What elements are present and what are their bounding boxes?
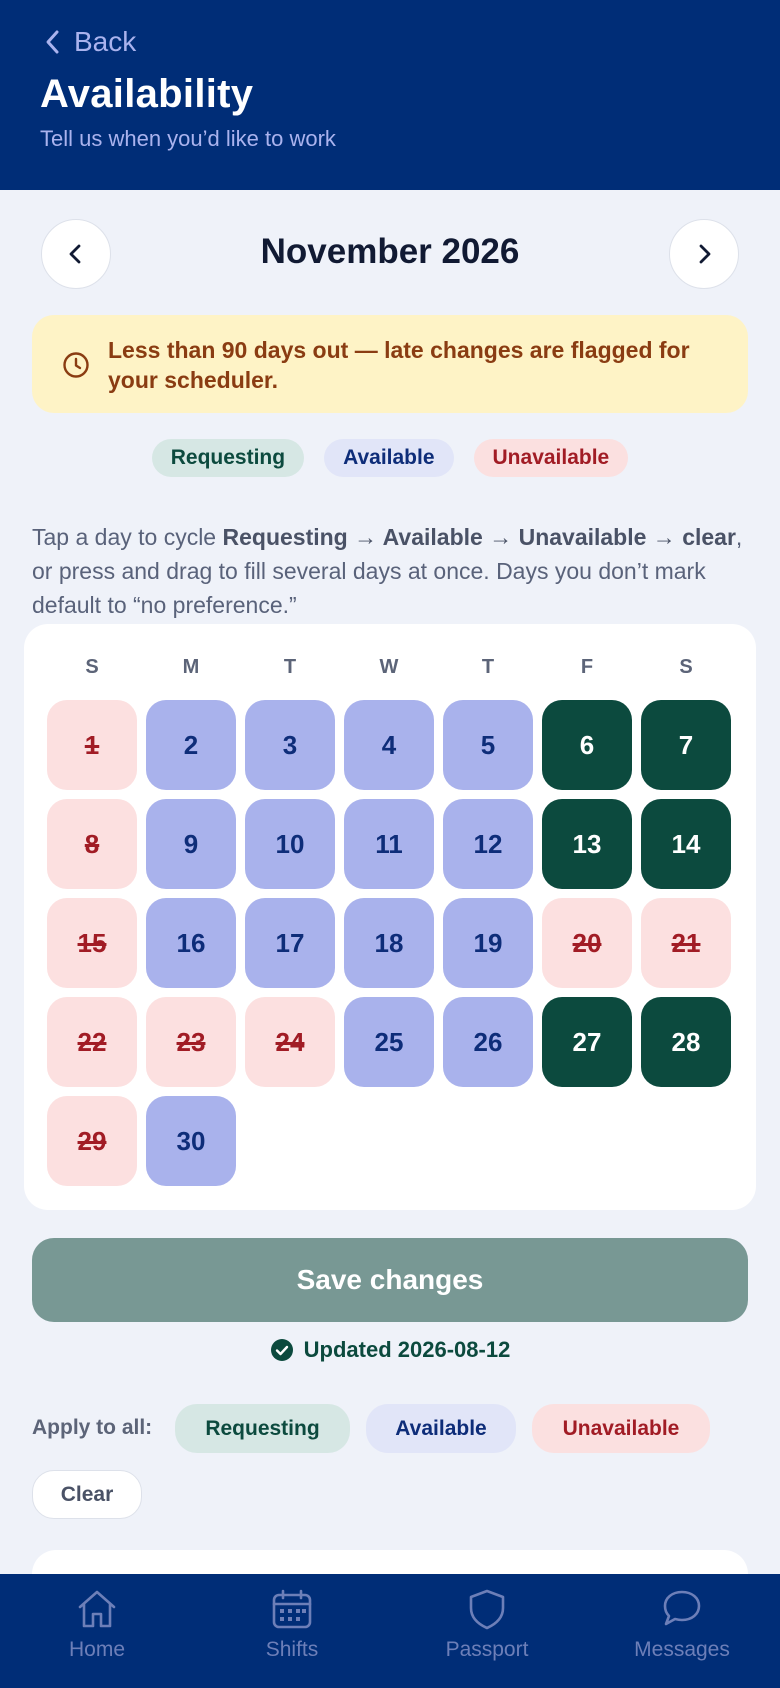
chevron-right-icon bbox=[699, 244, 711, 264]
day-cell-6[interactable]: 6 bbox=[542, 700, 632, 790]
day-cell-17[interactable]: 17 bbox=[245, 898, 335, 988]
warning-text: Less than 90 days out — late changes are… bbox=[108, 337, 690, 393]
weekday-header: S bbox=[679, 656, 693, 678]
legend-requesting: Requesting bbox=[151, 439, 305, 477]
day-cell-14[interactable]: 14 bbox=[641, 799, 731, 889]
clear-button[interactable]: Clear bbox=[32, 1470, 142, 1519]
day-cell-27[interactable]: 27 bbox=[542, 997, 632, 1087]
weekday-header: W bbox=[379, 656, 399, 678]
legend-available: Available bbox=[324, 439, 454, 477]
check-circle-icon bbox=[270, 1339, 293, 1361]
nav-home-label: Home bbox=[68, 1638, 126, 1661]
day-cell-5[interactable]: 5 bbox=[443, 700, 533, 790]
back-label: Back bbox=[74, 26, 137, 57]
nav-passport-label: Passport bbox=[445, 1638, 529, 1661]
day-cell-1[interactable]: 1 bbox=[47, 700, 137, 790]
home-icon bbox=[78, 1590, 116, 1628]
day-cell-16[interactable]: 16 bbox=[146, 898, 236, 988]
late-change-warning: Less than 90 days out — late changes are… bbox=[32, 315, 748, 413]
day-cell-8[interactable]: 8 bbox=[47, 799, 137, 889]
day-cell-28[interactable]: 28 bbox=[641, 997, 731, 1087]
nav-messages[interactable]: Messages bbox=[602, 1586, 762, 1662]
legend: Requesting Available Unavailable bbox=[0, 439, 780, 477]
shield-icon bbox=[469, 1589, 505, 1630]
apply-available-button[interactable]: Available bbox=[366, 1404, 516, 1453]
nav-shifts[interactable]: Shifts bbox=[212, 1586, 372, 1662]
day-cell-9[interactable]: 9 bbox=[146, 799, 236, 889]
day-cell-25[interactable]: 25 bbox=[344, 997, 434, 1087]
updated-status: Updated 2026-08-12 bbox=[0, 1337, 780, 1363]
legend-unavailable: Unavailable bbox=[473, 439, 629, 477]
day-cell-19[interactable]: 19 bbox=[443, 898, 533, 988]
nav-shifts-label: Shifts bbox=[265, 1638, 319, 1661]
nav-messages-label: Messages bbox=[634, 1638, 730, 1661]
weekday-header: T bbox=[283, 656, 297, 678]
nav-home[interactable]: Home bbox=[17, 1586, 177, 1662]
next-month-button[interactable] bbox=[669, 219, 739, 289]
day-cell-13[interactable]: 13 bbox=[542, 799, 632, 889]
day-cell-20[interactable]: 20 bbox=[542, 898, 632, 988]
day-cell-12[interactable]: 12 bbox=[443, 799, 533, 889]
chevron-left-icon bbox=[46, 30, 59, 54]
day-cell-18[interactable]: 18 bbox=[344, 898, 434, 988]
updated-text: Updated 2026-08-12 bbox=[303, 1337, 511, 1362]
chat-icon bbox=[663, 1590, 701, 1626]
instructions-part1: Tap a day to cycle bbox=[32, 524, 223, 550]
nav-passport[interactable]: Passport bbox=[407, 1586, 567, 1662]
apply-requesting-button[interactable]: Requesting bbox=[175, 1404, 350, 1453]
back-button[interactable]: Back bbox=[42, 26, 136, 58]
weekday-header: F bbox=[580, 656, 594, 678]
weekday-header: S bbox=[85, 656, 99, 678]
day-cell-3[interactable]: 3 bbox=[245, 700, 335, 790]
chevron-left-icon bbox=[69, 244, 81, 264]
day-cell-11[interactable]: 11 bbox=[344, 799, 434, 889]
save-changes-button[interactable]: Save changes bbox=[32, 1238, 748, 1322]
day-cell-7[interactable]: 7 bbox=[641, 700, 731, 790]
day-cell-21[interactable]: 21 bbox=[641, 898, 731, 988]
day-cell-30[interactable]: 30 bbox=[146, 1096, 236, 1186]
apply-unavailable-button[interactable]: Unavailable bbox=[532, 1404, 710, 1453]
previous-month-button[interactable] bbox=[41, 219, 111, 289]
day-cell-22[interactable]: 22 bbox=[47, 997, 137, 1087]
clock-icon bbox=[63, 352, 89, 378]
day-cell-24[interactable]: 24 bbox=[245, 997, 335, 1087]
day-cell-2[interactable]: 2 bbox=[146, 700, 236, 790]
page-subtitle: Tell us when you’d like to work bbox=[40, 126, 336, 151]
day-cell-15[interactable]: 15 bbox=[47, 898, 137, 988]
page-title: Availability bbox=[40, 72, 254, 116]
instructions-cycle: Requesting → Available → Unavailable → c… bbox=[222, 524, 736, 550]
calendar-icon bbox=[272, 1589, 312, 1629]
day-cell-4[interactable]: 4 bbox=[344, 700, 434, 790]
weekday-header: T bbox=[481, 656, 495, 678]
bottom-nav: Home Shifts Passport Messages bbox=[0, 1574, 780, 1688]
day-cell-10[interactable]: 10 bbox=[245, 799, 335, 889]
weekday-header: M bbox=[182, 656, 200, 678]
apply-to-all-label: Apply to all: bbox=[32, 1416, 153, 1439]
day-cell-26[interactable]: 26 bbox=[443, 997, 533, 1087]
month-title: November 2026 bbox=[260, 232, 520, 271]
day-cell-23[interactable]: 23 bbox=[146, 997, 236, 1087]
app-header: Back Availability Tell us when you’d lik… bbox=[0, 0, 780, 190]
instructions-text: Tap a day to cycle Requesting → Availabl… bbox=[32, 520, 752, 622]
day-cell-29[interactable]: 29 bbox=[47, 1096, 137, 1186]
